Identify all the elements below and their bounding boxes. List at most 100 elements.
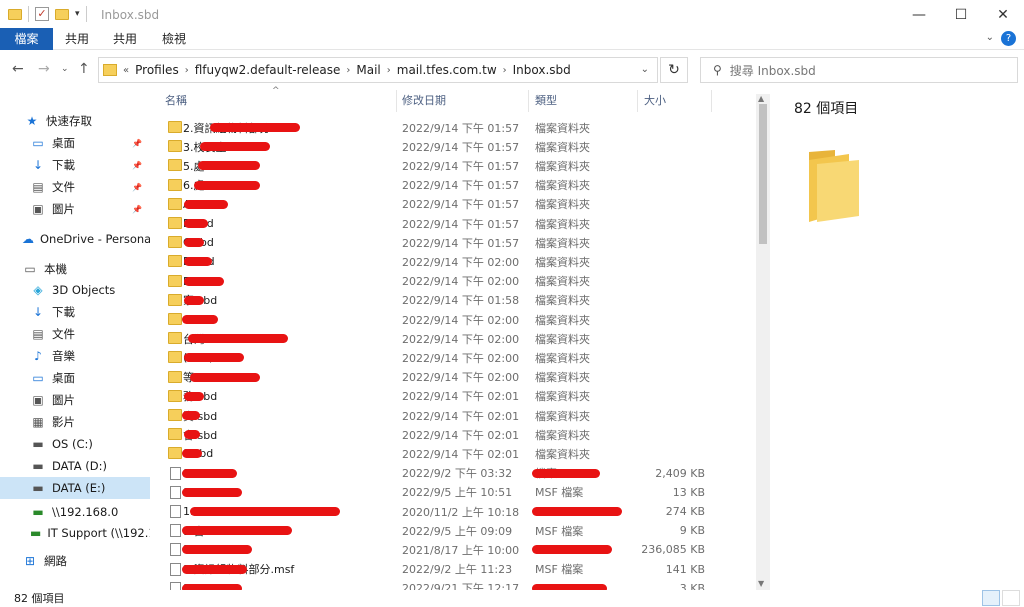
breadcrumb-item[interactable]: flfuyqw2.default-release [195, 63, 341, 77]
search-input[interactable]: ⚲ 搜尋 Inbox.sbd [700, 57, 1018, 83]
sidebar-item-label: 文件 [52, 327, 75, 341]
file-row[interactable]: 2.資訊組物料部分.msf2022/9/2 上午 11:23MSF 檔案141 … [160, 560, 755, 579]
tab-view[interactable]: 檢視 [162, 28, 186, 50]
address-bar[interactable]: « Profiles › flfuyqw2.default-release › … [98, 57, 658, 83]
tab-share[interactable]: 共用 [65, 28, 89, 50]
sidebar-item[interactable]: ▭ 桌面 [0, 367, 150, 389]
breadcrumb-item[interactable]: Mail [356, 63, 380, 77]
maximize-button[interactable]: ☐ [940, 0, 982, 30]
file-row[interactable]: 5.處.sbd2022/9/14 下午 01:57檔案資料夾 [160, 156, 755, 175]
redaction-mark [182, 449, 202, 459]
new-folder-icon[interactable] [55, 8, 69, 20]
file-row[interactable]: G.sbd2022/9/14 下午 02:00檔案資料夾 [160, 310, 755, 329]
file-row[interactable]: 3.校長室A.sbd2022/9/14 下午 01:57檔案資料夾 [160, 137, 755, 156]
sidebar-item[interactable]: ▬ \\192.168.0 [0, 501, 150, 523]
sidebar-item[interactable]: ▬ DATA (E:) [0, 477, 150, 499]
breadcrumb-item[interactable]: Profiles [135, 63, 179, 77]
column-divider[interactable] [711, 90, 712, 112]
file-row[interactable]: 1. 2020/11/2 上午 10:18 274 KB [160, 502, 755, 521]
file-row[interactable]: 會.sbd 2022/9/14 下午 02:01 檔案資料夾 [160, 425, 755, 444]
column-divider[interactable] [396, 90, 397, 112]
sidebar-item[interactable]: ▣ 圖片 [0, 389, 150, 411]
file-row[interactable]: 台灣.sbd2022/9/14 下午 02:00檔案資料夾 [160, 329, 755, 348]
back-button[interactable]: ← [12, 61, 24, 77]
column-header-size[interactable]: 大小 [644, 88, 666, 112]
file-row[interactable]: 資.sbd 2022/9/14 下午 02:01 檔案資料夾 [160, 406, 755, 425]
sidebar-item[interactable]: ▭ 本機 [0, 258, 150, 280]
file-row[interactable]: 2.資訊組物料部分.sbd2022/9/14 下午 01:57檔案資料夾 [160, 118, 755, 137]
sidebar-item[interactable]: ▬ OS (C:) [0, 433, 150, 455]
quick-access-toolbar: ✓ ▾ [8, 6, 87, 22]
sidebar-item[interactable]: ▭ 桌面 📌 [0, 132, 150, 154]
file-row[interactable]: 1.書.msf2022/9/5 上午 09:09MSF 檔案9 KB [160, 521, 755, 540]
breadcrumb-item[interactable]: Inbox.sbd [513, 63, 571, 77]
large-icons-view-button[interactable] [1002, 590, 1020, 606]
file-row[interactable]: 務.sbd2022/9/14 下午 02:01檔案資料夾 [160, 387, 755, 406]
sidebar-item[interactable]: ☁ OneDrive - Personal [0, 228, 150, 250]
computer-icon: ▭ [24, 262, 36, 276]
sidebar-item-label: 下載 [52, 305, 75, 319]
file-row[interactable]: 1.1.msf2022/9/5 上午 10:51MSF 檔案13 KB [160, 483, 755, 502]
file-row[interactable]: B.sbd2022/9/14 下午 01:57檔案資料夾 [160, 214, 755, 233]
file-row[interactable]: 1.sbd2022/9/14 下午 02:01檔案資料夾 [160, 444, 755, 463]
close-button[interactable]: ✕ [982, 0, 1024, 30]
column-header-name[interactable]: 名稱 [165, 88, 187, 112]
sidebar-item[interactable]: ◈ 3D Objects [0, 279, 150, 301]
file-row[interactable]: 家.sbd2022/9/14 下午 01:58檔案資料夾 [160, 291, 755, 310]
scroll-down-icon[interactable]: ▼ [758, 579, 764, 588]
scrollbar-thumb[interactable] [759, 104, 767, 244]
sidebar-item[interactable]: ▤ 文件 [0, 323, 150, 345]
help-icon[interactable]: ? [1001, 31, 1016, 46]
column-header-date[interactable]: 修改日期 [402, 88, 446, 112]
chevron-right-icon[interactable]: › [185, 65, 189, 76]
folder-icon [168, 121, 182, 133]
up-button[interactable]: ↑ [78, 61, 90, 77]
file-row[interactable]: D.sbd2022/9/14 下午 02:00檔案資料夾 [160, 252, 755, 271]
sidebar-item[interactable]: ↓ 下載 [0, 301, 150, 323]
chevron-right-icon[interactable]: › [346, 65, 350, 76]
customize-toolbar-icon[interactable]: ▾ [75, 9, 80, 19]
sidebar-item[interactable]: ▦ 影片 [0, 411, 150, 433]
sidebar-item[interactable]: ▣ 圖片 📌 [0, 198, 150, 220]
redaction-mark [184, 353, 244, 363]
file-date: 2022/9/14 下午 02:01 [402, 409, 520, 423]
chevron-down-icon[interactable]: ⌄ [641, 64, 649, 75]
column-divider[interactable] [637, 90, 638, 112]
scroll-up-icon[interactable]: ▲ [758, 94, 764, 103]
forward-button[interactable]: → [38, 61, 50, 77]
network-drive-icon: ▬ [30, 526, 42, 540]
tab-share-2[interactable]: 共用 [113, 28, 137, 50]
sidebar-item[interactable]: ▤ 文件 📌 [0, 176, 150, 198]
file-row[interactable]: (4GT).sbd2022/9/14 下午 02:00檔案資料夾 [160, 348, 755, 367]
recent-locations-icon[interactable]: ⌄ [61, 64, 69, 74]
file-row[interactable]: C.sbd2022/9/14 下午 01:57檔案資料夾 [160, 233, 755, 252]
tab-file[interactable]: 檔案 [0, 28, 53, 50]
sidebar-item[interactable]: ↓ 下載 📌 [0, 154, 150, 176]
properties-icon[interactable]: ✓ [35, 7, 49, 21]
redaction-mark [182, 526, 292, 536]
file-row[interactable]: 2.2021/8/17 上午 10:00236,085 KB [160, 540, 755, 559]
file-row[interactable]: 1.2022/9/2 下午 03:32檔案2,409 KB [160, 464, 755, 483]
vertical-scrollbar[interactable]: ▲ ▼ [756, 94, 770, 590]
column-divider[interactable] [528, 90, 529, 112]
refresh-button[interactable]: ↻ [660, 57, 688, 83]
file-row[interactable]: 等.sbd2022/9/14 下午 02:00檔案資料夾 [160, 368, 755, 387]
file-row[interactable]: 6.處.sbd2022/9/14 下午 01:57檔案資料夾 [160, 176, 755, 195]
chevron-right-icon[interactable]: › [387, 65, 391, 76]
chevron-right-icon[interactable]: › [503, 65, 507, 76]
sidebar-item[interactable]: ★ 快速存取 [0, 110, 150, 132]
overflow-chevron-icon[interactable]: « [123, 65, 129, 76]
sidebar-item[interactable]: ⊞ 網路 [0, 550, 150, 572]
file-row[interactable]: 3.2022/9/21 下午 12:173 KB [160, 579, 755, 590]
file-date: 2022/9/2 上午 11:23 [402, 563, 513, 577]
sidebar-item[interactable]: ▬ IT Support (\\192.1 [0, 522, 150, 544]
file-row[interactable]: A.sbd2022/9/14 下午 01:57檔案資料夾 [160, 195, 755, 214]
file-row[interactable]: E.sbd2022/9/14 下午 02:00檔案資料夾 [160, 272, 755, 291]
column-header-type[interactable]: 類型 [535, 88, 557, 112]
minimize-button[interactable]: — [898, 0, 940, 30]
sidebar-item[interactable]: ▬ DATA (D:) [0, 455, 150, 477]
sidebar-item[interactable]: ♪ 音樂 [0, 345, 150, 367]
expand-ribbon-icon[interactable]: ⌄ [986, 32, 994, 43]
breadcrumb-item[interactable]: mail.tfes.com.tw [397, 63, 497, 77]
details-view-button[interactable] [982, 590, 1000, 606]
